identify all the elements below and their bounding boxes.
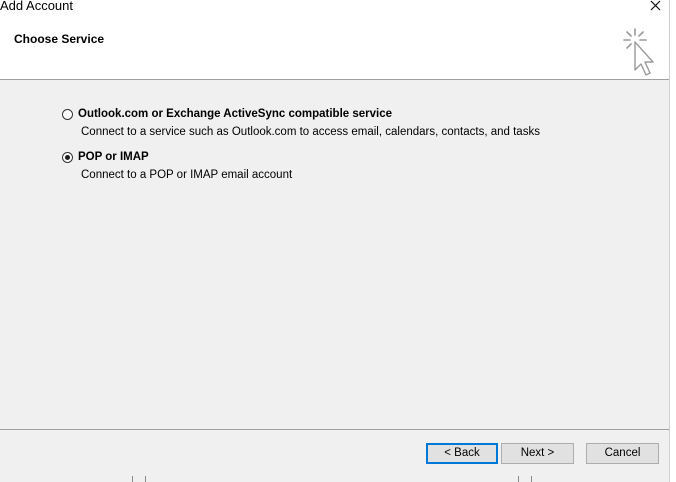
option-outlook-exchange[interactable]: Outlook.com or Exchange ActiveSync compa… xyxy=(62,107,392,121)
back-button[interactable]: < Back xyxy=(426,443,498,464)
content-area: Outlook.com or Exchange ActiveSync compa… xyxy=(0,80,669,429)
close-button[interactable] xyxy=(645,0,667,15)
radio-pop-imap[interactable] xyxy=(62,151,73,163)
window-title: Add Account xyxy=(0,0,73,13)
radio-outlook-exchange[interactable] xyxy=(62,108,73,120)
dialog-header: Choose Service xyxy=(0,15,669,79)
option-description: Connect to a POP or IMAP email account xyxy=(81,169,293,181)
next-button[interactable]: Next > xyxy=(501,443,574,464)
option-label: Outlook.com or Exchange ActiveSync compa… xyxy=(78,108,393,120)
desktop-background xyxy=(670,0,676,482)
background-window-edge xyxy=(132,476,146,482)
add-account-dialog: Add Account Choose Service Outlook.com o… xyxy=(0,0,670,482)
cancel-button[interactable]: Cancel xyxy=(586,443,659,464)
option-description: Connect to a service such as Outlook.com… xyxy=(81,126,540,138)
option-label: POP or IMAP xyxy=(78,151,149,163)
sparkle-cursor-icon xyxy=(623,28,654,76)
option-pop-imap[interactable]: POP or IMAP xyxy=(62,150,149,164)
close-icon xyxy=(650,0,661,11)
dialog-footer: < Back Next > Cancel xyxy=(0,430,669,482)
page-title: Choose Service xyxy=(14,32,105,46)
background-window-edge xyxy=(518,476,532,482)
title-bar: Add Account xyxy=(0,0,670,15)
